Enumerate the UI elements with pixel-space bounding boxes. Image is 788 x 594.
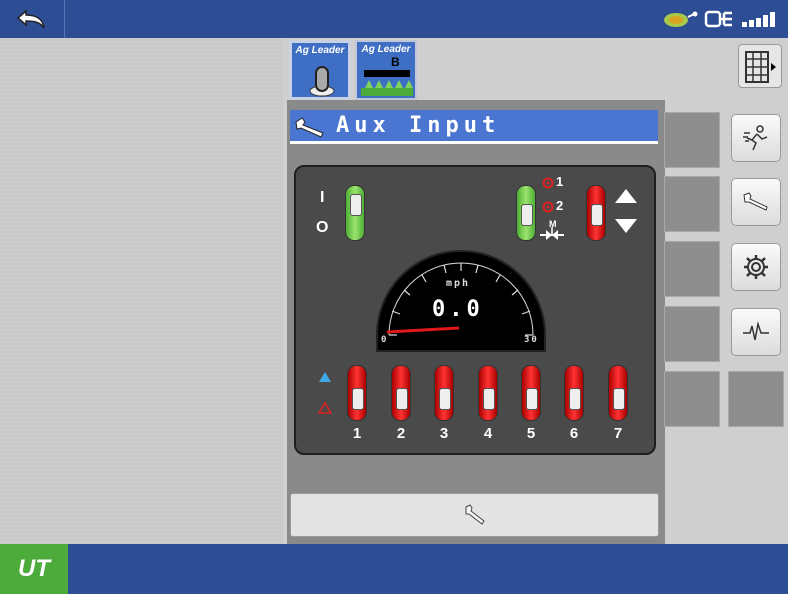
section-label-4: 4 [483,425,493,442]
left-pane [0,38,283,544]
signal-icon[interactable] [740,9,780,29]
section-label-5: 5 [526,425,536,442]
switch-knob [352,388,364,410]
empty-cell [664,241,720,297]
grid-menu-button[interactable] [738,44,782,88]
back-button[interactable] [0,0,65,38]
switch-knob [526,388,538,410]
section-label-3: 3 [439,425,449,442]
run-button[interactable] [731,114,781,162]
tab-sub-label: B [391,55,400,69]
pulse-icon [743,321,769,341]
empty-cell [664,176,720,232]
valve-icon [540,227,564,240]
speed-min-label: 0 [381,335,387,345]
settings-wrench-button[interactable] [731,178,781,226]
empty-cell [664,112,720,168]
grid-icon [745,51,776,83]
mode-switch[interactable] [516,185,536,241]
mode-1-indicator-icon [542,177,554,189]
section-label-1: 1 [352,425,362,442]
tab-label: Ag Leader [361,44,411,55]
diagnostics-button[interactable] [731,308,781,356]
section-switch-1[interactable] [347,365,367,421]
switch-knob [569,388,581,410]
rate-down-icon[interactable] [613,217,639,235]
rate-up-icon[interactable] [613,187,639,205]
joystick-icon [309,66,335,97]
speed-value: 0.0 [432,297,484,322]
switch-knob [350,194,362,216]
speed-max-label: 30 [524,335,539,345]
tab-label: Ag Leader [295,45,345,56]
gps-icon[interactable] [662,9,698,29]
mode-2-indicator-icon [542,201,554,213]
mode-1-label: 1 [556,174,564,189]
section-raise-icon[interactable] [318,371,332,383]
section-label-2: 2 [396,425,406,442]
bottom-bar [0,544,788,594]
switch-knob [521,204,533,226]
switch-knob [591,204,603,226]
wrench-icon [295,117,324,138]
switch-knob [439,388,451,410]
tab-ag-leader-boom[interactable]: Ag Leader B [355,40,417,100]
master-switch[interactable] [345,185,365,241]
rate-switch[interactable] [586,185,606,241]
page-title: Aux Input [336,113,501,138]
section-switch-7[interactable] [608,365,628,421]
ut-logo-text: UT [18,555,50,582]
master-off-label: O [316,219,329,236]
back-arrow-icon [16,9,45,29]
wrench-icon [743,192,768,211]
setup-button[interactable] [290,493,659,537]
switch-knob [396,388,408,410]
section-switch-5[interactable] [521,365,541,421]
section-label-7: 7 [613,425,623,442]
switch-knob [483,388,495,410]
switch-knob [613,388,625,410]
section-label-6: 6 [569,425,579,442]
ut-logo[interactable]: UT [0,544,68,594]
section-lower-icon[interactable] [318,401,332,415]
status-icons [662,0,780,38]
wrench-icon [465,504,485,525]
runner-icon [743,125,768,151]
empty-cell [664,371,720,427]
gear-icon [744,255,768,279]
aux-input-panel: I O 1 2 M mph 0.0 0 30 1 2 3 4 5 6 7 [294,165,656,455]
empty-cell [664,306,720,362]
master-on-label: I [320,189,325,206]
mode-2-label: 2 [556,198,564,213]
section-switch-6[interactable] [564,365,584,421]
config-gear-button[interactable] [731,243,781,291]
section-switch-4[interactable] [478,365,498,421]
tab-ag-leader-joystick[interactable]: Ag Leader [289,40,351,100]
section-switch-3[interactable] [434,365,454,421]
speed-unit: mph [446,278,471,289]
connection-icon[interactable] [704,9,734,29]
boom-icon [361,70,413,96]
section-switch-2[interactable] [391,365,411,421]
empty-cell [728,371,784,427]
